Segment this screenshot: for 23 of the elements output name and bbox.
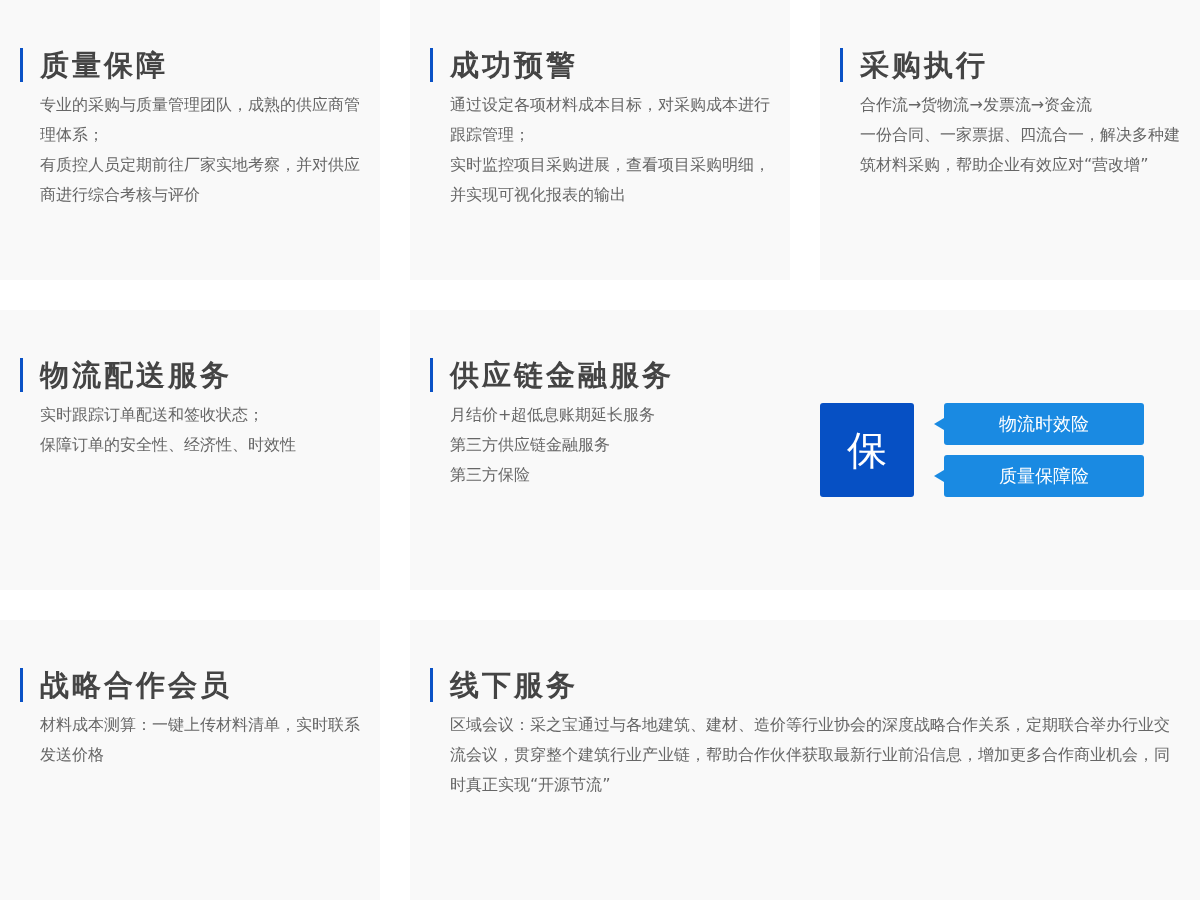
card-text: 保障订单的安全性、经济性、时效性 — [39, 434, 297, 456]
card-title: 质量保障 — [20, 48, 360, 82]
card-title: 成功预警 — [430, 48, 770, 82]
insurance-tag: 质量保障险 — [944, 455, 1144, 497]
insurance-tag: 物流时效险 — [944, 403, 1144, 445]
card-text: 第三方保险 — [449, 464, 531, 486]
card-title: 线下服务 — [430, 668, 1180, 702]
insurance-badge: 保 — [820, 403, 914, 497]
card-title: 供应链金融服务 — [430, 358, 820, 392]
card-text: 有质控人员定期前往厂家实地考察，并对供应商进行综合考核与评价 — [39, 154, 360, 206]
card-text: 实时监控项目采购进展，查看项目采购明细，并实现可视化报表的输出 — [449, 154, 770, 206]
card-text: 一份合同、一家票据、四流合一，解决多种建筑材料采购，帮助企业有效应对“营改增” — [859, 124, 1180, 176]
card-text: 合作流→货物流→发票流→资金流 — [859, 94, 1094, 116]
card-title: 物流配送服务 — [20, 358, 360, 392]
card-title: 战略合作会员 — [20, 668, 360, 702]
card-text: 专业的采购与质量管理团队，成熟的供应商管理体系； — [39, 94, 360, 146]
card-title: 采购执行 — [840, 48, 1180, 82]
card-text: 材料成本测算：一键上传材料清单，实时联系发送价格 — [39, 714, 360, 766]
card-text: 实时跟踪订单配送和签收状态； — [39, 404, 265, 426]
card-text: 月结价+超低息账期延长服务 — [449, 404, 657, 426]
card-text: 第三方供应链金融服务 — [449, 434, 611, 456]
card-text: 区域会议：采之宝通过与各地建筑、建材、造价等行业协会的深度战略合作关系，定期联合举办行业交流会议，贯穿整个建筑行业产业链，帮助合作伙伴获取最新行业前沿信息，增加更多合作商业机会，同时真正实现“开源节流” — [449, 714, 1171, 796]
card-text: 通过设定各项材料成本目标，对采购成本进行跟踪管理； — [449, 94, 770, 146]
